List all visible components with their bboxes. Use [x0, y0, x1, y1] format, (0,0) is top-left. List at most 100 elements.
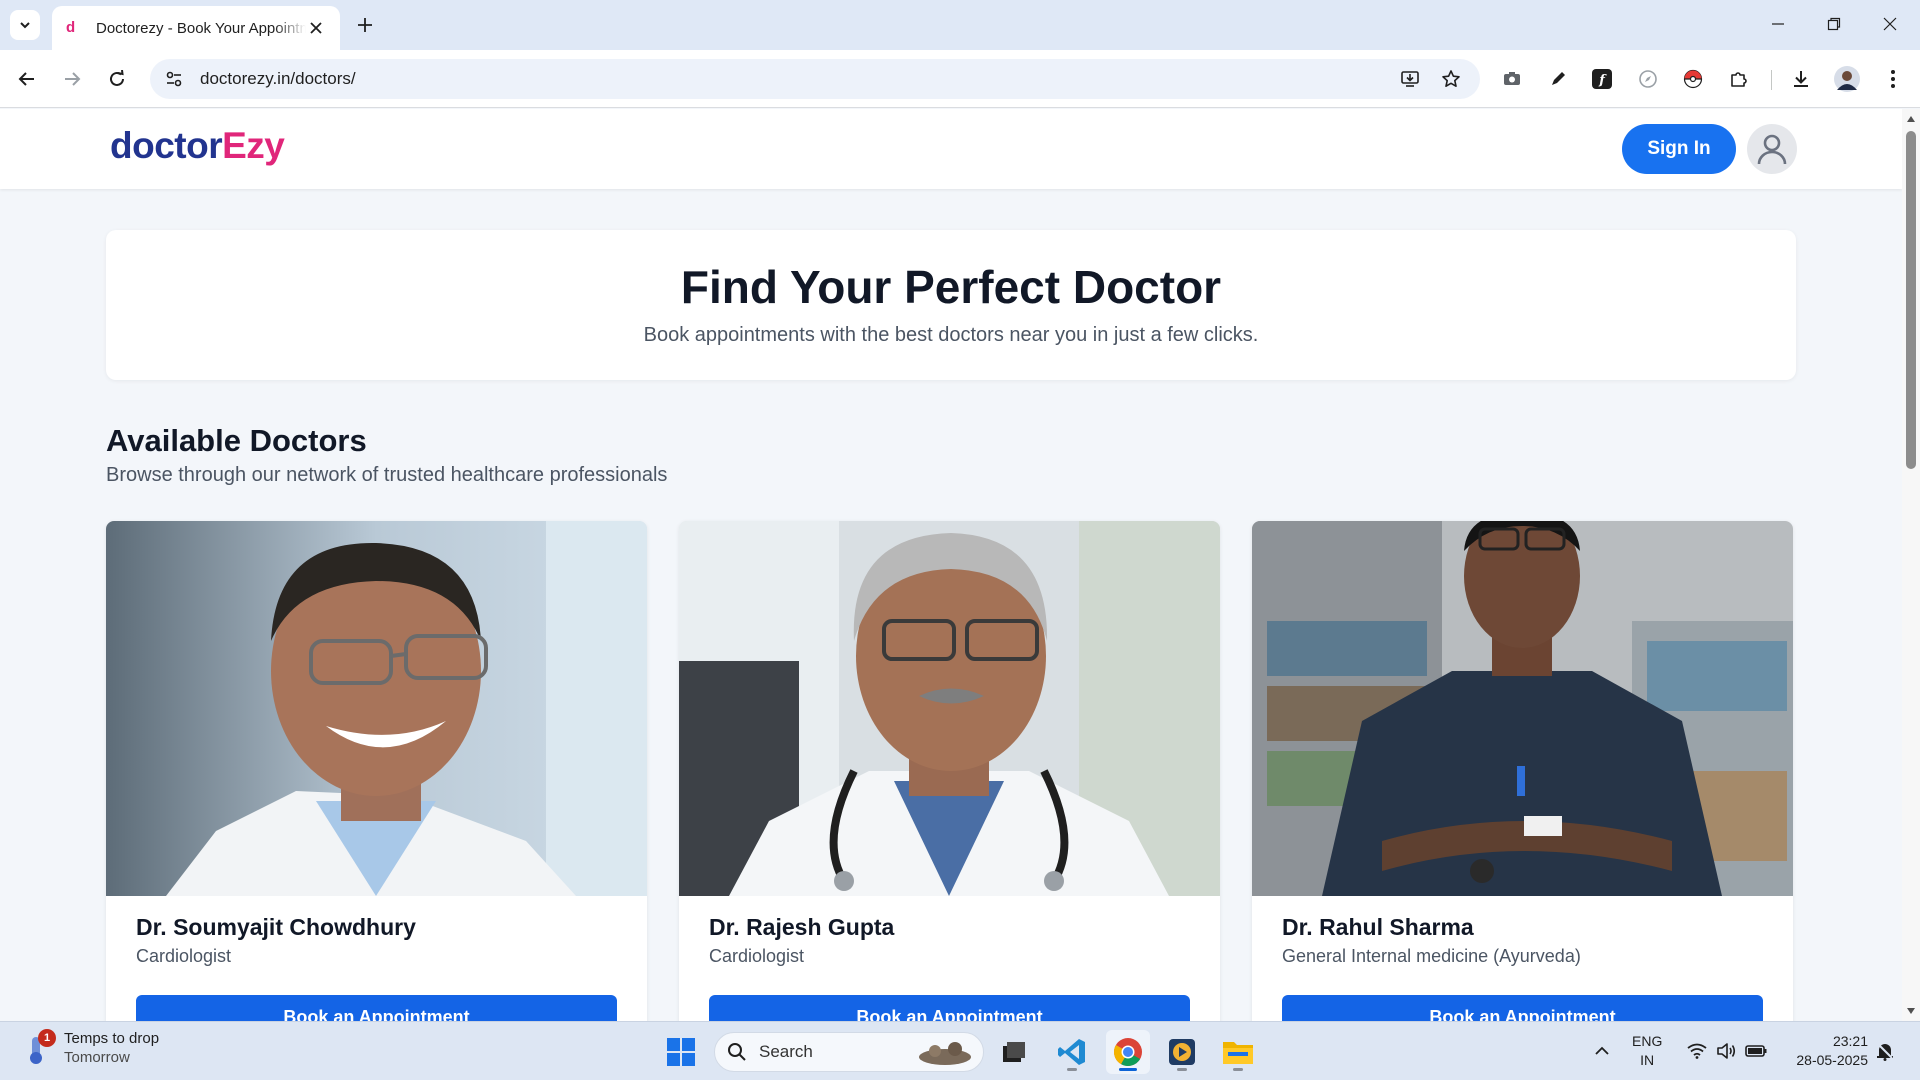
extension-font[interactable]: f: [1587, 64, 1617, 94]
search-icon: [728, 1043, 746, 1061]
close-icon: [310, 22, 322, 34]
bookmark-button[interactable]: [1436, 64, 1466, 94]
doctor-photo: [106, 521, 647, 896]
wifi-status[interactable]: [1686, 1040, 1708, 1062]
volume-status[interactable]: [1715, 1040, 1737, 1062]
taskview-icon: [1003, 1042, 1025, 1062]
back-button[interactable]: [12, 64, 42, 94]
tab-search-button[interactable]: [10, 10, 40, 40]
taskbar: 1 Temps to drop Tomorrow Search ENG IN 2…: [0, 1021, 1920, 1080]
start-button[interactable]: [659, 1030, 703, 1074]
puzzle-icon: [1731, 72, 1747, 87]
extension-camera[interactable]: [1497, 64, 1527, 94]
browser-tab-strip: d Doctorezy - Book Your Appointment: [0, 0, 1920, 50]
url-text[interactable]: doctorezy.in/doctors/: [200, 69, 356, 89]
doctor-card: Dr. Rahul Sharma General Internal medici…: [1252, 521, 1793, 1021]
running-indicator: [1177, 1068, 1187, 1071]
chrome-taskbar-button[interactable]: [1106, 1030, 1150, 1074]
weather-badge: 1: [38, 1029, 56, 1047]
wifi-icon: [1687, 1043, 1707, 1059]
book-appointment-button[interactable]: Book an Appointment: [709, 995, 1190, 1021]
scroll-up-arrow[interactable]: [1905, 113, 1917, 125]
weather-title: Temps to drop: [64, 1030, 160, 1047]
search-label: Search: [759, 1042, 813, 1061]
battery-charging-icon: [1745, 1045, 1767, 1057]
reload-icon: [110, 70, 124, 86]
doctor-specialty: General Internal medicine (Ayurveda): [1282, 946, 1581, 966]
extension-compass[interactable]: [1633, 64, 1663, 94]
tab-close-button[interactable]: [306, 18, 326, 38]
plus-icon: [358, 18, 372, 32]
scroll-thumb[interactable]: [1906, 131, 1916, 469]
doctor-photo: [1252, 521, 1793, 896]
tray-overflow-button[interactable]: [1591, 1040, 1613, 1062]
chrome-icon: [1114, 1038, 1142, 1066]
profile-button[interactable]: [1832, 64, 1862, 94]
downloads-button[interactable]: [1786, 64, 1816, 94]
page-scrollbar[interactable]: [1902, 109, 1920, 1021]
star-icon: [1442, 70, 1460, 87]
browser-menu-button[interactable]: [1878, 64, 1908, 94]
chevron-up-icon: [1595, 1046, 1609, 1055]
browser-toolbar: doctorezy.in/doctors/ f: [0, 50, 1920, 108]
compass-icon: [1639, 70, 1657, 88]
arrow-left-icon: [18, 72, 34, 86]
close-window-button[interactable]: [1870, 8, 1910, 40]
tab-title: Doctorezy - Book Your Appointment: [96, 19, 306, 37]
forward-button[interactable]: [57, 64, 87, 94]
download-icon: [1794, 71, 1808, 87]
running-indicator: [1119, 1068, 1137, 1071]
reload-button[interactable]: [102, 64, 132, 94]
chevron-down-icon: [20, 22, 30, 29]
profile-avatar-icon: [1834, 66, 1860, 92]
doctor-card: Dr. Soumyajit Chowdhury Cardiologist Boo…: [106, 521, 647, 1021]
restore-button[interactable]: [1814, 8, 1854, 40]
extension-pen[interactable]: [1543, 64, 1573, 94]
new-tab-button[interactable]: [352, 12, 378, 38]
pen-icon: [1552, 72, 1565, 85]
battery-status[interactable]: [1745, 1040, 1767, 1062]
language-code: ENG: [1632, 1033, 1663, 1049]
camera-icon: [1504, 72, 1520, 85]
font-icon: f: [1592, 69, 1612, 89]
sign-in-button[interactable]: Sign In: [1622, 124, 1736, 174]
minimize-button[interactable]: [1758, 8, 1798, 40]
scroll-down-arrow[interactable]: [1905, 1005, 1917, 1017]
logo-text-part2: Ezy: [222, 125, 285, 166]
extension-pokeball[interactable]: [1678, 64, 1708, 94]
user-avatar-button[interactable]: [1747, 124, 1797, 174]
triangle-down-icon: [1907, 1008, 1915, 1014]
file-explorer-taskbar-button[interactable]: [1216, 1030, 1260, 1074]
doctor-specialty: Cardiologist: [709, 946, 805, 966]
site-logo[interactable]: doctorEzy: [110, 125, 285, 167]
doctor-photo: [679, 521, 1220, 896]
taskview-button[interactable]: [992, 1030, 1036, 1074]
notification-center-button[interactable]: [1874, 1040, 1896, 1062]
vscode-taskbar-button[interactable]: [1050, 1030, 1094, 1074]
triangle-up-icon: [1907, 116, 1915, 122]
browser-tab-active[interactable]: d Doctorezy - Book Your Appointment: [52, 6, 340, 50]
extensions-button[interactable]: [1724, 64, 1754, 94]
taskbar-search[interactable]: Search: [714, 1032, 984, 1072]
running-indicator: [1233, 1068, 1243, 1071]
site-info-button[interactable]: [156, 61, 192, 97]
weather-widget[interactable]: 1 Temps to drop Tomorrow: [24, 1029, 160, 1066]
running-indicator: [1067, 1068, 1077, 1071]
hero-title: Find Your Perfect Doctor: [680, 261, 1222, 313]
address-bar[interactable]: doctorezy.in/doctors/: [150, 59, 1480, 99]
arrow-right-icon: [65, 72, 81, 86]
weather-subtitle: Tomorrow: [64, 1049, 130, 1066]
app-taskbar-button[interactable]: [1160, 1030, 1204, 1074]
input-language-indicator[interactable]: ENG IN: [1632, 1032, 1662, 1070]
user-icon: [1757, 134, 1787, 165]
more-vertical-icon: [1891, 70, 1895, 88]
clock[interactable]: 23:21 28-05-2025: [1782, 1032, 1868, 1070]
clock-time: 23:21: [1832, 1033, 1868, 1049]
notification-bell-icon: [1877, 1043, 1893, 1061]
site-header: doctorEzy Sign In: [0, 109, 1902, 189]
install-app-button[interactable]: [1395, 64, 1425, 94]
site-favicon-icon: d: [66, 19, 76, 36]
book-appointment-button[interactable]: Book an Appointment: [1282, 995, 1763, 1021]
book-appointment-button[interactable]: Book an Appointment: [136, 995, 617, 1021]
doctor-card: Dr. Rajesh Gupta Cardiologist Book an Ap…: [679, 521, 1220, 1021]
